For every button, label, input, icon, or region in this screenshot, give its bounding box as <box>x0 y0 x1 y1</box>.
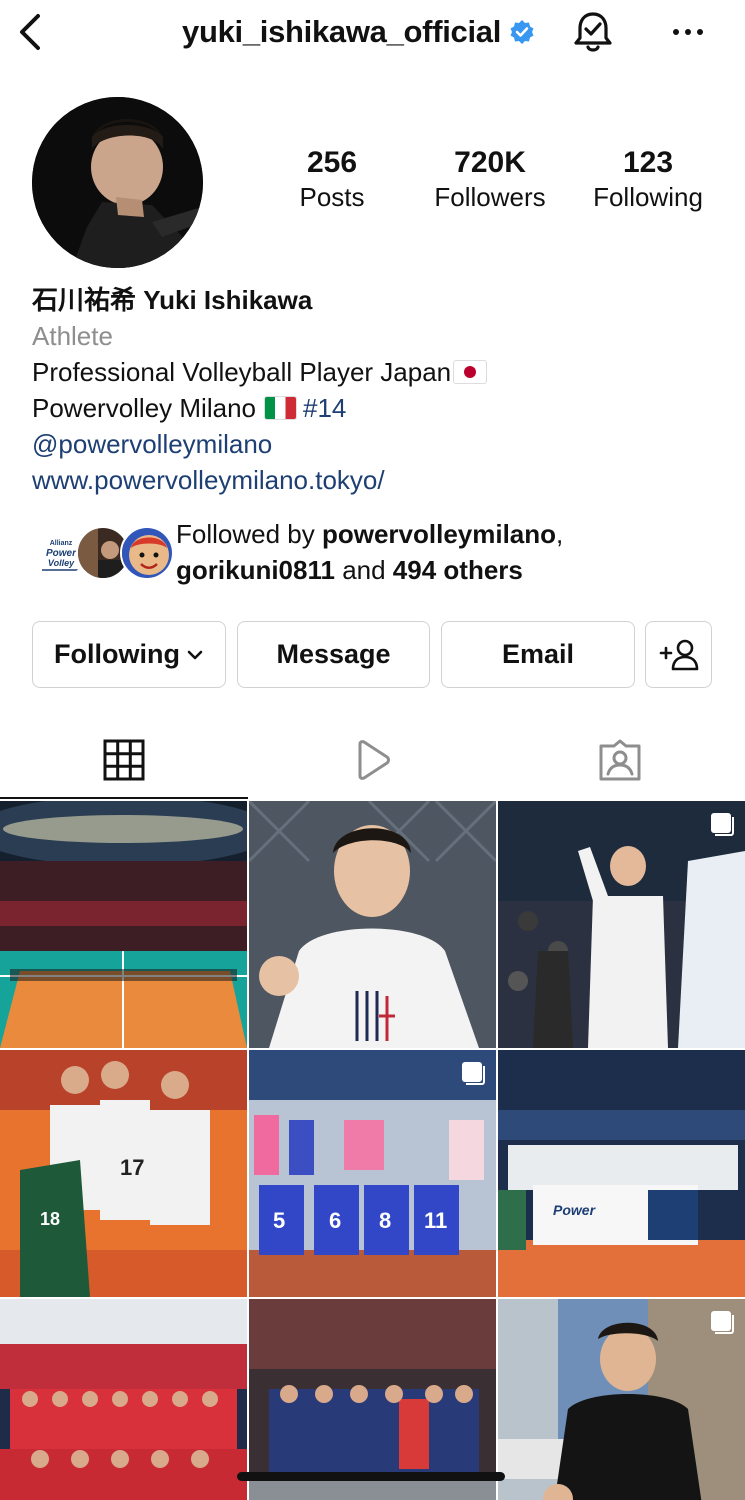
suggested-people-button[interactable] <box>645 621 712 688</box>
post-thumbnail[interactable] <box>498 1299 745 1500</box>
following-label: Following <box>593 182 703 212</box>
svg-text:Volley: Volley <box>48 558 75 568</box>
reels-icon <box>358 740 390 780</box>
message-button[interactable]: Message <box>237 621 430 688</box>
email-button[interactable]: Email <box>441 621 635 688</box>
tab-tagged[interactable] <box>496 720 744 800</box>
post-thumbnail[interactable] <box>498 801 745 1048</box>
followers-label: Followers <box>434 182 546 212</box>
following-value: 123 <box>622 146 674 179</box>
japan-flag-icon <box>453 360 488 384</box>
display-name: 石川祐希 Yuki Ishikawa <box>32 285 313 315</box>
followed-prefix: Followed by <box>176 519 322 549</box>
website-link[interactable]: www.powervolleymilano.tokyo/ <box>32 462 722 498</box>
following-count[interactable]: 123 Following <box>568 145 728 213</box>
posts-value: 256 <box>306 146 358 179</box>
active-tab-indicator <box>0 797 248 799</box>
chevron-down-icon <box>187 650 203 659</box>
back-chevron-icon <box>20 14 40 50</box>
svg-text:6: 6 <box>329 1208 341 1233</box>
followed-user-2: gorikuni0811 <box>176 555 335 585</box>
mention-link[interactable]: @powervolleymilano <box>32 426 722 462</box>
follower-avatar-3 <box>120 526 174 580</box>
multiple-posts-icon <box>711 1311 734 1334</box>
notification-bell-icon <box>574 12 612 52</box>
italy-flag-icon <box>263 396 297 420</box>
tab-posts-grid[interactable] <box>0 720 248 800</box>
street-portrait-photo <box>498 1299 745 1500</box>
username-container: yuki_ishikawa_official <box>182 12 535 52</box>
notifications-button[interactable] <box>570 8 616 56</box>
followed-user-1: powervolleymilano <box>321 519 557 549</box>
verified-badge-icon <box>510 20 534 44</box>
team-banner-photo: Power <box>498 1050 745 1297</box>
multiple-posts-icon <box>462 1062 485 1085</box>
followed-others: 494 others <box>392 555 523 585</box>
profile-category: Athlete <box>32 321 113 351</box>
multiple-posts-icon <box>711 813 734 836</box>
post-thumbnail[interactable]: 5 6 8 11 <box>249 1050 496 1297</box>
svg-text:5: 5 <box>273 1208 285 1233</box>
cartoon-avatar-icon <box>122 528 172 578</box>
username: yuki_ishikawa_official <box>182 14 502 49</box>
post-thumbnail[interactable] <box>0 801 247 1048</box>
top-bar: yuki_ishikawa_official <box>0 0 745 66</box>
group-jerseys-photo: 5 6 8 11 <box>249 1050 496 1297</box>
post-thumbnail[interactable] <box>249 1299 496 1500</box>
match-celebration-photo <box>498 801 745 1048</box>
followed-sep: , <box>556 519 564 549</box>
profile-tabs <box>0 720 745 800</box>
add-person-icon <box>659 639 698 670</box>
email-button-label: Email <box>501 639 575 669</box>
profile-photo <box>32 97 203 268</box>
svg-text:17: 17 <box>120 1155 144 1180</box>
posts-count[interactable]: 256 Posts <box>252 145 412 213</box>
svg-text:18: 18 <box>40 1209 60 1229</box>
followed-and: and <box>334 555 393 585</box>
followed-by-section[interactable]: Allianz Power Volley Followed by powervo… <box>32 516 722 596</box>
post-thumbnail[interactable]: 17 18 <box>0 1050 247 1297</box>
following-button-label: Following <box>54 639 180 669</box>
post-thumbnail[interactable] <box>249 801 496 1048</box>
arena-photo <box>0 801 247 1048</box>
grid-icon <box>103 739 145 781</box>
team-huddle-photo: 17 18 <box>0 1050 247 1297</box>
profile-bio: 石川祐希 Yuki Ishikawa Athlete Professional … <box>32 282 722 498</box>
bio-line-1: Professional Volleyball Player Japan <box>32 354 722 390</box>
following-button[interactable]: Following <box>32 621 226 688</box>
bio-line-2: Powervolley Milano #14 <box>32 390 722 426</box>
more-options-button[interactable] <box>668 14 708 50</box>
tab-reels[interactable] <box>248 720 496 800</box>
svg-text:Allianz: Allianz <box>50 540 73 547</box>
youth-team-photo <box>249 1299 496 1500</box>
profile-avatar[interactable] <box>32 97 203 268</box>
svg-text:11: 11 <box>424 1208 447 1233</box>
national-team-photo <box>0 1299 247 1500</box>
posts-label: Posts <box>299 182 365 212</box>
more-options-icon <box>673 29 703 35</box>
svg-text:8: 8 <box>379 1208 391 1233</box>
message-button-label: Message <box>276 639 391 669</box>
home-indicator[interactable] <box>237 1472 505 1481</box>
svg-text:Power: Power <box>553 1202 597 1218</box>
post-thumbnail[interactable] <box>0 1299 247 1500</box>
followed-by-text: Followed by powervolleymilano, gorikuni0… <box>176 516 716 588</box>
bio-text-1: Professional Volleyball Player Japan <box>32 357 452 387</box>
followers-value: 720K <box>454 146 526 179</box>
bio-text-2: Powervolley Milano <box>32 393 256 423</box>
portrait-photo <box>249 801 496 1048</box>
hashtag-link[interactable]: #14 <box>303 393 346 423</box>
post-thumbnail[interactable]: Power <box>498 1050 745 1297</box>
tagged-icon <box>599 739 641 781</box>
back-button[interactable] <box>14 12 48 52</box>
followers-count[interactable]: 720K Followers <box>410 145 570 213</box>
